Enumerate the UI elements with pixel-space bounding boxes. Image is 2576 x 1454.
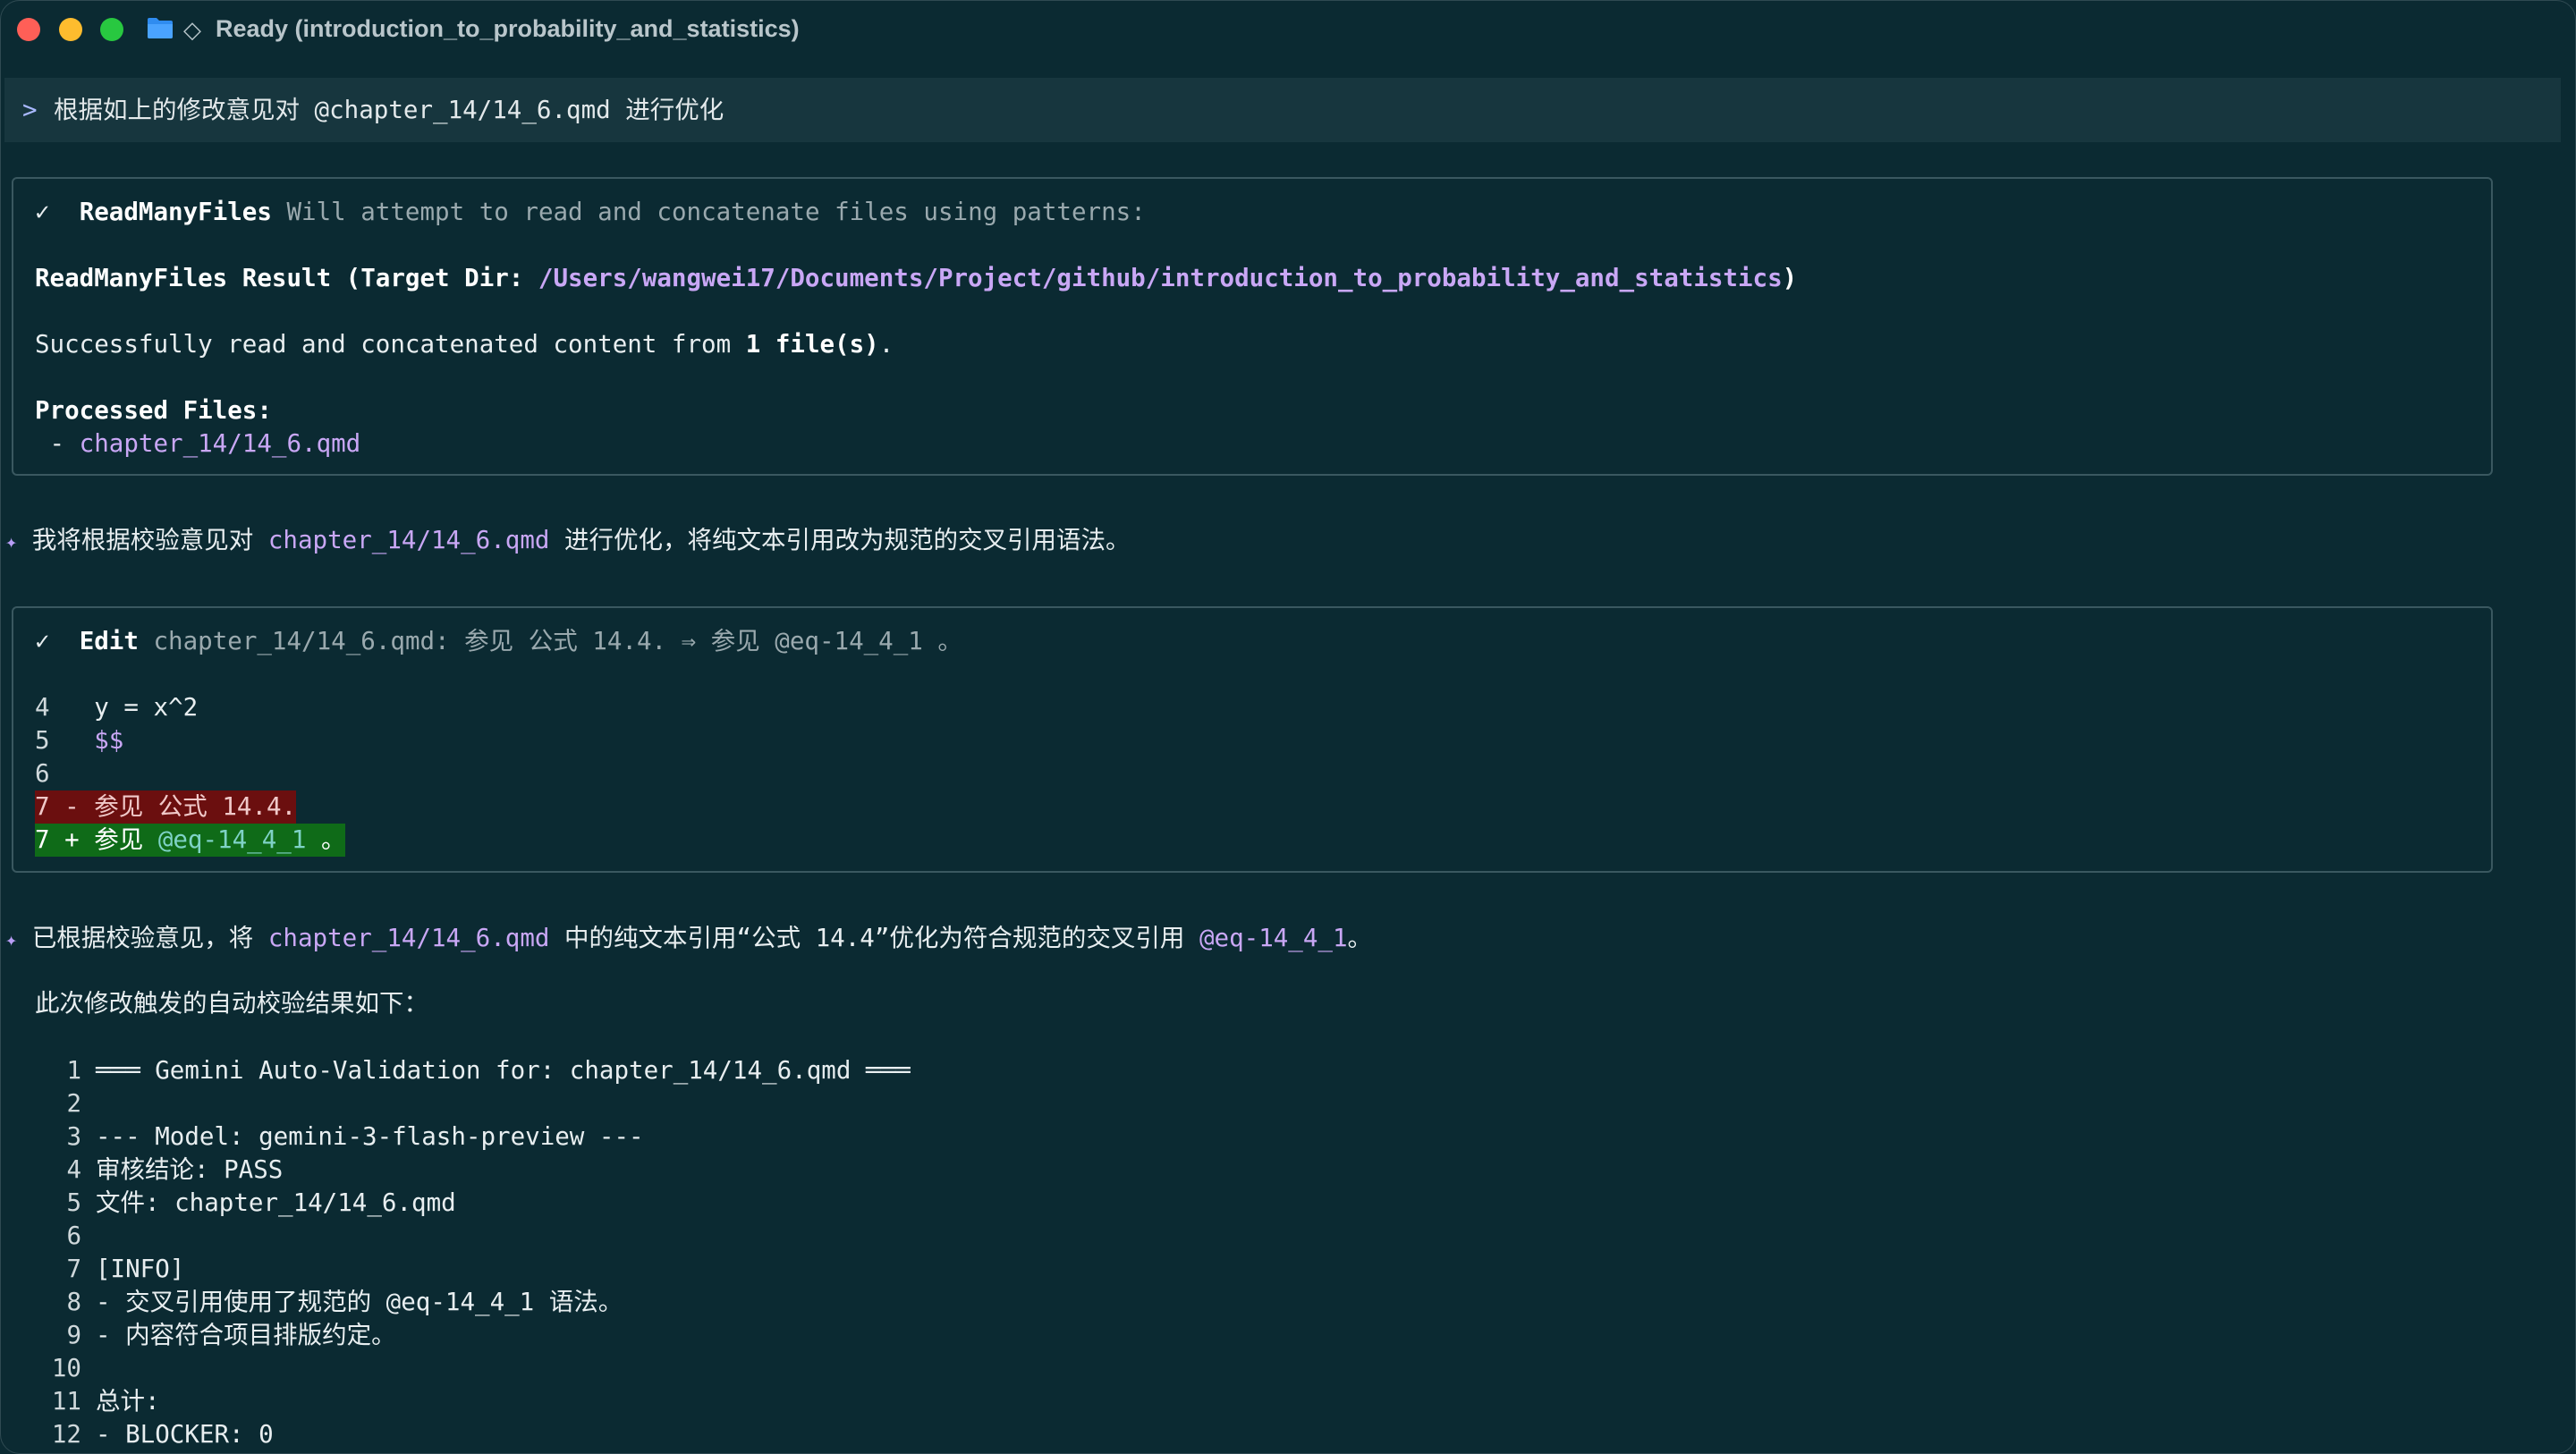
user-prompt: > 根据如上的修改意见对 @chapter_14/14_6.qmd 进行优化: [4, 78, 2561, 142]
file-reference[interactable]: chapter_14/14_6.qmd: [268, 526, 550, 554]
equation-reference: @eq-14_4_1: [1199, 924, 1348, 952]
line-text: [INFO]: [96, 1255, 185, 1283]
diamond-icon: ◇: [183, 16, 201, 43]
tool-name: Edit: [79, 627, 139, 655]
validation-line: 11 总计:: [35, 1385, 160, 1418]
file-reference[interactable]: chapter_14/14_6.qmd: [268, 924, 550, 952]
success-message: Successfully read and concatenated conte…: [35, 330, 894, 359]
validation-line: 10: [35, 1352, 96, 1385]
assistant-message: ✦ 我将根据校验意见对 chapter_14/14_6.qmd 进行优化，将纯文…: [5, 526, 1131, 554]
read-many-files-panel: ✓ ReadManyFiles Will attempt to read and…: [12, 177, 2493, 476]
validation-line: 2: [35, 1087, 96, 1120]
processed-file-path[interactable]: chapter_14/14_6.qmd: [80, 429, 361, 458]
line-number: 7: [66, 1255, 81, 1283]
edit-tool-header: ✓ Edit chapter_14/14_6.qmd: 参见 公式 14.4. …: [35, 625, 962, 658]
validation-line: 8 - 交叉引用使用了规范的 @eq-14_4_1 语法。: [35, 1286, 623, 1319]
sparkle-icon: ✦: [5, 929, 18, 951]
close-window-button[interactable]: [17, 18, 40, 41]
window-title: Ready (introduction_to_probability_and_s…: [216, 15, 800, 42]
validation-line: 1 ═══ Gemini Auto-Validation for: chapter…: [35, 1054, 911, 1087]
zoom-window-button[interactable]: [100, 18, 123, 41]
diff-added-line: 7 + 参见 @eq-14_4_1 。: [35, 824, 346, 857]
validation-line: 9 - 内容符合项目排版约定。: [35, 1319, 396, 1352]
line-text: 总计:: [96, 1387, 160, 1416]
read-result-line: ReadManyFiles Result (Target Dir: /Users…: [35, 264, 1798, 292]
line-text: - 内容符合项目排版约定。: [96, 1321, 396, 1349]
line-number: 8: [66, 1288, 81, 1316]
line-number: 9: [66, 1321, 81, 1349]
diff-removed-line: 7 - 参见 公式 14.4.: [35, 790, 297, 824]
file-count: 1 file(s): [745, 330, 879, 359]
validation-line: 7 [INFO]: [35, 1253, 184, 1286]
line-number: 3: [66, 1122, 81, 1151]
edit-diff-panel: ✓ Edit chapter_14/14_6.qmd: 参见 公式 14.4. …: [12, 606, 2493, 873]
tool-description: Will attempt to read and concatenate fil…: [286, 198, 1146, 226]
prompt-text: 根据如上的修改意见对 @chapter_14/14_6.qmd 进行优化: [54, 96, 724, 124]
line-text: 文件: chapter_14/14_6.qmd: [96, 1188, 456, 1217]
processed-file-item: - chapter_14/14_6.qmd: [35, 429, 361, 458]
line-number: 1: [66, 1056, 81, 1085]
sparkle-icon: ✦: [5, 531, 18, 554]
check-icon: ✓: [35, 198, 50, 226]
minimize-window-button[interactable]: [59, 18, 82, 41]
read-tool-header: ✓ ReadManyFiles Will attempt to read and…: [35, 196, 1146, 229]
line-text: --- Model: gemini-3-flash-preview ---: [96, 1122, 644, 1151]
diff-context-line: 5 $$: [35, 726, 124, 755]
validation-intro: 此次修改触发的自动校验结果如下：: [35, 989, 428, 1018]
line-text: - 交叉引用使用了规范的 @eq-14_4_1 语法。: [96, 1288, 623, 1316]
validation-line: 4 审核结论: PASS: [35, 1154, 283, 1187]
line-number: 6: [66, 1222, 81, 1250]
diff-context-line: 4 y = x^2: [35, 693, 199, 722]
tool-name: ReadManyFiles: [79, 198, 272, 226]
validation-line: 12 - BLOCKER: 0: [35, 1418, 274, 1451]
diff-context-line: 6: [35, 759, 50, 788]
validation-line: 5 文件: chapter_14/14_6.qmd: [35, 1187, 456, 1220]
validation-line: 3 --- Model: gemini-3-flash-preview ---: [35, 1120, 644, 1154]
line-number: 5: [66, 1188, 81, 1217]
line-number: 10: [51, 1354, 81, 1382]
line-text: 审核结论: PASS: [96, 1155, 284, 1184]
target-dir-path: /Users/wangwei17/Documents/Project/githu…: [538, 264, 1783, 292]
line-text: ═══ Gemini Auto-Validation for: chapter_…: [96, 1056, 911, 1085]
title-bar: ◇ Ready (introduction_to_probability_and…: [1, 1, 2575, 60]
validation-line: 6: [35, 1220, 96, 1253]
terminal-window: ◇ Ready (introduction_to_probability_and…: [0, 0, 2576, 1454]
line-number: 4: [66, 1155, 81, 1184]
line-number: 2: [66, 1089, 81, 1118]
edit-description: chapter_14/14_6.qmd: 参见 公式 14.4. ⇒ 参见 @e…: [153, 627, 962, 655]
folder-icon: [148, 18, 173, 38]
line-number: 12: [51, 1420, 81, 1449]
line-text: - BLOCKER: 0: [96, 1420, 274, 1449]
line-number: 11: [51, 1387, 81, 1416]
assistant-message: ✦ 已根据校验意见，将 chapter_14/14_6.qmd 中的纯文本引用“…: [5, 924, 1373, 952]
processed-files-label: Processed Files:: [35, 396, 272, 425]
check-icon: ✓: [35, 627, 50, 655]
prompt-caret: >: [22, 96, 38, 124]
